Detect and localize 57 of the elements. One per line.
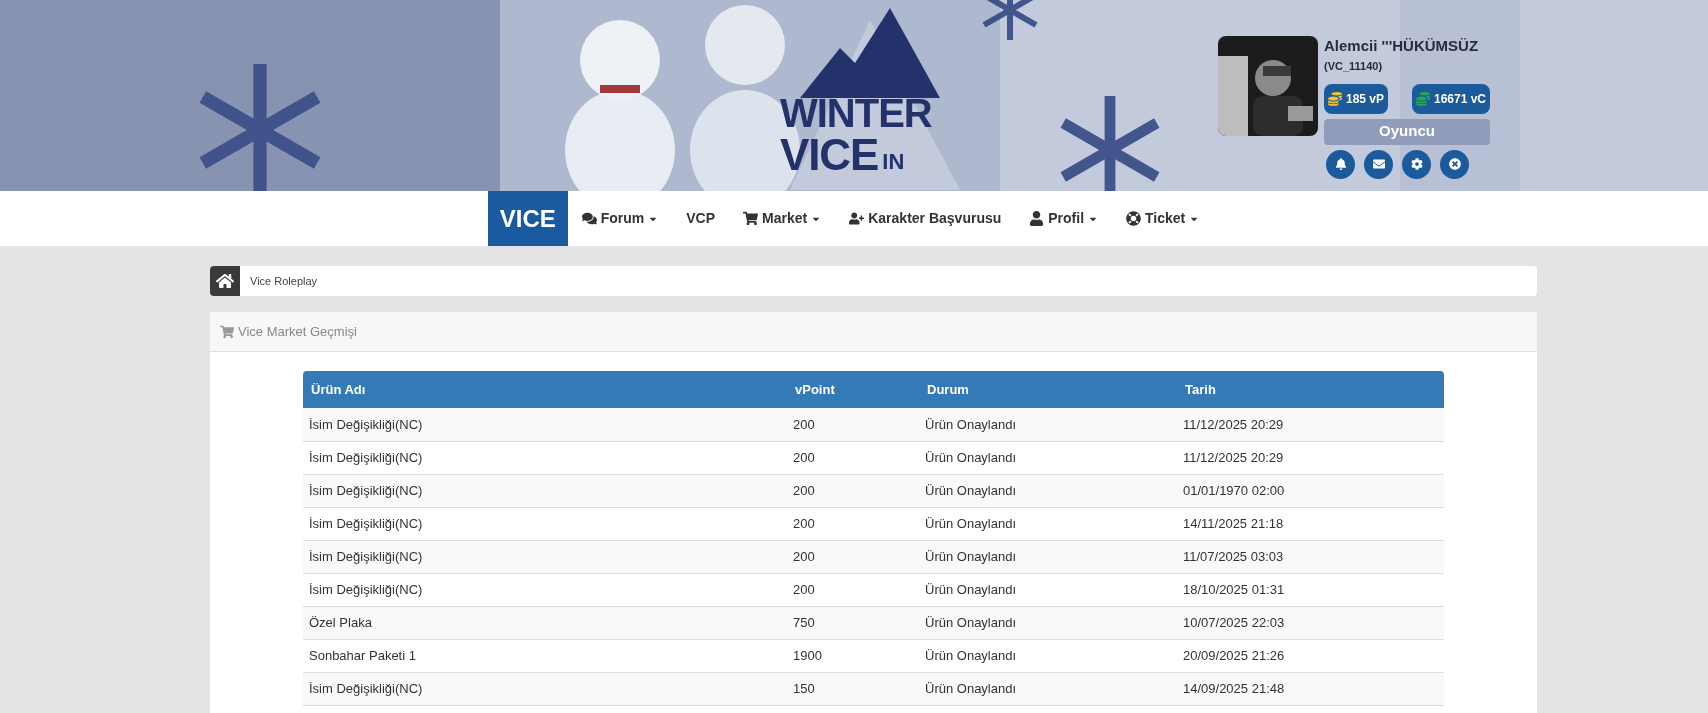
table-cell: İsim Değişikliği(NC): [309, 548, 423, 564]
table-cell: 20/09/2025 21:26: [1183, 647, 1285, 663]
table-cell: 200: [793, 548, 815, 564]
table-cell: 200: [793, 416, 815, 432]
table-cell: 200: [793, 581, 815, 597]
table-cell: Ürün Onaylandı: [925, 647, 1017, 663]
home-button[interactable]: [210, 266, 240, 296]
lifebuoy-icon: [1126, 211, 1142, 226]
table-cell: Ürün Onaylandı: [925, 581, 1017, 597]
table-cell: 1900: [793, 647, 822, 663]
table-cell: İsim Değişikliği(NC): [309, 449, 423, 465]
breadcrumb-link[interactable]: Vice Roleplay: [250, 272, 318, 290]
table-cell: 11/07/2025 03:03: [1183, 548, 1284, 564]
table-cell: İsim Değişikliği(NC): [309, 416, 423, 432]
table-cell: 11/12/2025 20:29: [1183, 449, 1284, 465]
table-cell: Ürün Onaylandı: [925, 680, 1017, 696]
nav-link[interactable]: Ticket: [1112, 191, 1214, 246]
table-cell: 18/10/2025 01:31: [1183, 581, 1285, 597]
table-cell: 14/11/2025 21:18: [1183, 515, 1284, 531]
table-cell: 01/01/1970 02:00: [1183, 482, 1285, 498]
table-cell: İsim Değişikliği(NC): [309, 581, 423, 597]
table-cell: Ürün Onaylandı: [925, 482, 1017, 498]
user-plus-icon: [849, 211, 865, 226]
column-header: Durum: [927, 381, 969, 397]
nav-link[interactable]: Profil: [1015, 191, 1113, 246]
table-cell: Ürün Onaylandı: [925, 515, 1017, 531]
table-cell: 750: [793, 614, 815, 630]
column-header: Ürün Adı: [311, 381, 366, 397]
nav-link[interactable]: Forum: [567, 191, 673, 246]
brand-link[interactable]: VICE: [487, 191, 568, 246]
user-icon: [1029, 211, 1045, 226]
table-cell: Ürün Onaylandı: [925, 548, 1017, 564]
table-cell: Ürün Onaylandı: [925, 614, 1017, 630]
table-cell: 11/12/2025 20:29: [1183, 416, 1284, 432]
table-cell: 200: [793, 449, 815, 465]
chat-icon: [581, 211, 597, 226]
nav-link[interactable]: Karakter Başvurusu: [835, 191, 1016, 246]
table-cell: 200: [793, 482, 815, 498]
table-cell: Ürün Onaylandı: [925, 416, 1017, 432]
nav-link[interactable]: VCP: [672, 191, 730, 246]
table-cell: Ürün Onaylandı: [925, 449, 1017, 465]
table-cell: İsim Değişikliği(NC): [309, 515, 423, 531]
panel-title: Vice Market Geçmişi: [238, 322, 357, 341]
nav-link[interactable]: Market: [729, 191, 836, 246]
table-cell: İsim Değişikliği(NC): [309, 482, 423, 498]
cart-icon: [220, 324, 234, 339]
table-cell: Özel Plaka: [309, 614, 372, 630]
table-cell: Sonbahar Paketi 1: [309, 647, 416, 663]
table-cell: 10/07/2025 22:03: [1183, 614, 1285, 630]
cart-icon: [743, 211, 759, 226]
table-cell: 14/09/2025 21:48: [1183, 680, 1285, 696]
table-cell: İsim Değişikliği(NC): [309, 680, 423, 696]
table-cell: 200: [793, 515, 815, 531]
column-header: Tarih: [1185, 381, 1216, 397]
home-icon: [216, 272, 234, 290]
column-header: vPoint: [795, 381, 835, 397]
table-cell: 150: [793, 680, 815, 696]
